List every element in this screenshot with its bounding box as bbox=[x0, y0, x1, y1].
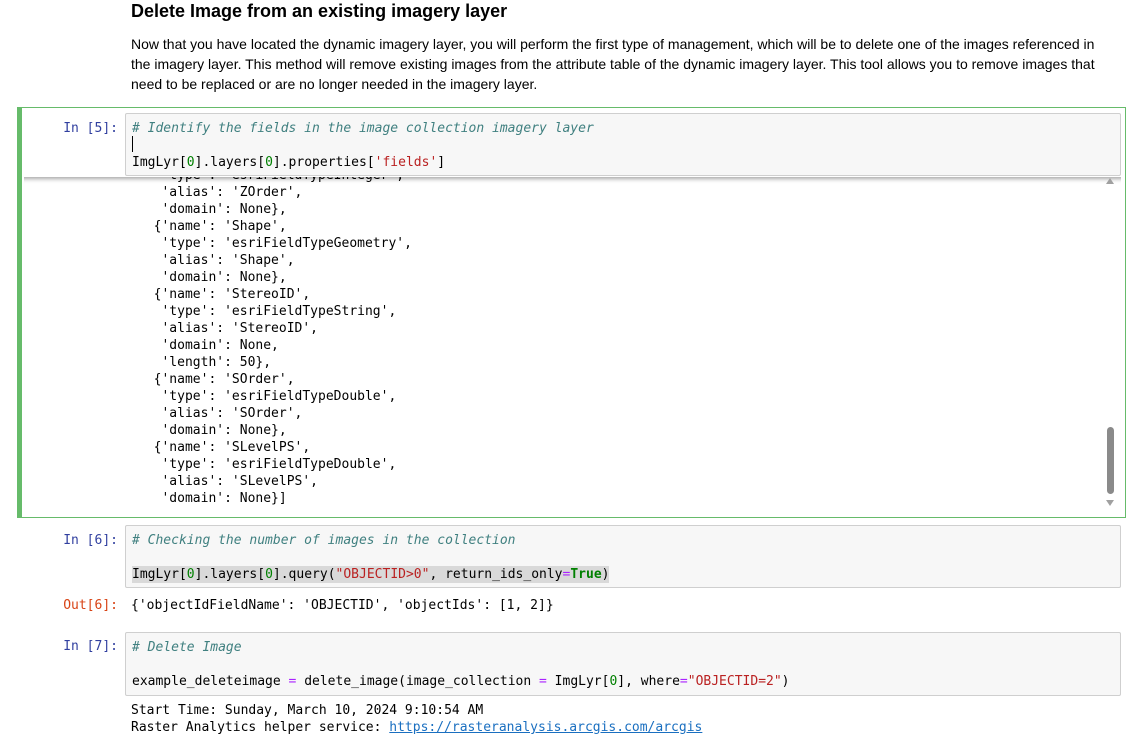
output-line: 'type': 'esriFieldTypeString', bbox=[138, 304, 397, 319]
cell7-code-comment: # Delete Image bbox=[132, 640, 242, 655]
cell7-code-line: example_deleteimage = delete_image(image… bbox=[132, 674, 790, 689]
text-cursor bbox=[132, 136, 133, 152]
output-line: 'domain': None}, bbox=[138, 202, 287, 217]
scroll-up-icon[interactable] bbox=[1106, 178, 1114, 184]
cell5-code-line: ImgLyr[0].layers[0].properties['fields'] bbox=[132, 155, 446, 170]
output-line: {'name': 'SOrder', bbox=[138, 372, 295, 387]
output-line: 'type': 'esriFieldTypeDouble', bbox=[138, 389, 397, 404]
output-line: 'domain': None}] bbox=[138, 491, 287, 506]
section-paragraph: Now that you have located the dynamic im… bbox=[131, 36, 1095, 92]
cell6-code-line: ImgLyr[0].layers[0].query("OBJECTID>0", … bbox=[132, 566, 610, 583]
cell5-code-editor[interactable]: # Identify the fields in the image colle… bbox=[125, 113, 1121, 176]
output-line: 'domain': None}, bbox=[138, 423, 287, 438]
cell7-code-editor[interactable]: # Delete Image example_deleteimage = del… bbox=[125, 632, 1121, 696]
output-line: {'name': 'SLevelPS', bbox=[138, 440, 311, 455]
output-line: 'type': 'esriFieldTypeInteger', bbox=[138, 177, 412, 184]
section-heading: Delete Image from an existing imagery la… bbox=[131, 1, 508, 21]
output-line: 'alias': 'StereoID', bbox=[138, 321, 319, 336]
output-line: {'name': 'Shape', bbox=[138, 219, 287, 234]
cell6-input-prompt: In [6]: bbox=[63, 533, 118, 548]
output-line: 'domain': None}, bbox=[138, 270, 287, 285]
output-line: 'length': 50}, bbox=[138, 355, 272, 370]
output-line: 'alias': 'SOrder', bbox=[138, 406, 303, 421]
cell5-output-area[interactable]: 'type': 'esriFieldTypeInteger', 'alias':… bbox=[24, 177, 1121, 512]
cell6-code-editor[interactable]: # Checking the number of images in the c… bbox=[125, 525, 1121, 588]
output-line: 'type': 'esriFieldTypeGeometry', bbox=[138, 236, 412, 251]
scrollbar-thumb[interactable] bbox=[1107, 427, 1114, 494]
output-line: 'alias': 'ZOrder', bbox=[138, 185, 303, 200]
cell5-code-comment: # Identify the fields in the image colle… bbox=[132, 121, 594, 136]
output-scrollbar[interactable] bbox=[1104, 178, 1118, 511]
output-line: 'alias': 'SLevelPS', bbox=[138, 474, 319, 489]
output-line: 'domain': None, bbox=[138, 338, 279, 353]
cell6-code-comment: # Checking the number of images in the c… bbox=[132, 533, 516, 548]
cell5-input-prompt: In [5]: bbox=[63, 121, 118, 136]
scroll-down-icon[interactable] bbox=[1106, 500, 1114, 506]
output-line: 'type': 'esriFieldTypeDouble', bbox=[138, 457, 397, 472]
output-line: {'name': 'StereoID', bbox=[138, 287, 311, 302]
helper-service-link[interactable]: https://rasteranalysis.arcgis.com/arcgis bbox=[389, 720, 702, 735]
cell7-input-prompt: In [7]: bbox=[63, 639, 118, 654]
cell7-output-line: Start Time: Sunday, March 10, 2024 9:10:… bbox=[131, 703, 484, 718]
cell5-output-text: 'type': 'esriFieldTypeInteger', 'alias':… bbox=[138, 177, 412, 507]
cell6-output-text: {'objectIdFieldName': 'OBJECTID', 'objec… bbox=[131, 598, 554, 613]
cell6-output-prompt: Out[6]: bbox=[63, 598, 118, 613]
cell7-output-line-helper: Raster Analytics helper service: https:/… bbox=[131, 720, 703, 735]
output-line: 'alias': 'Shape', bbox=[138, 253, 295, 268]
